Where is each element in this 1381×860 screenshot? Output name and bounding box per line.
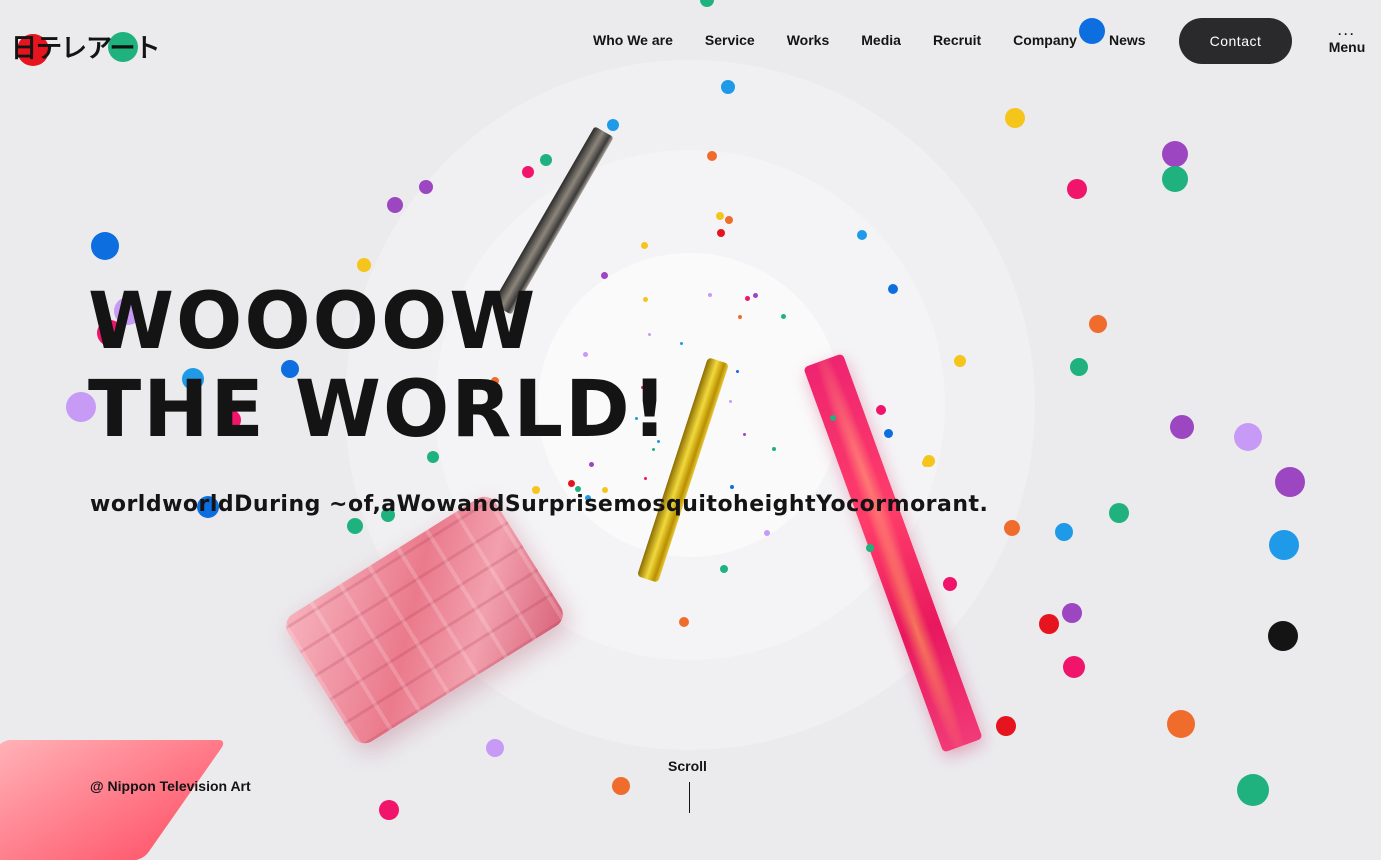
confetti-dot: [772, 447, 776, 451]
nav-recruit[interactable]: Recruit: [933, 32, 981, 48]
scroll-label[interactable]: Scroll: [668, 758, 707, 774]
hero-title: WOOOOW THE WORLD!: [88, 278, 669, 454]
confetti-dot: [725, 216, 733, 224]
confetti-dot: [1089, 315, 1107, 333]
confetti-dot: [830, 415, 836, 421]
confetti-dot: [1167, 710, 1195, 738]
confetti-dot: [866, 544, 874, 552]
confetti-dot: [1062, 603, 1082, 623]
confetti-dot: [735, 369, 739, 373]
confetti-dot: [1234, 423, 1262, 451]
nav-media[interactable]: Media: [861, 32, 901, 48]
nav-company[interactable]: Company: [1013, 32, 1077, 48]
confetti-dot: [721, 80, 735, 94]
confetti-dot: [707, 151, 717, 161]
confetti-dot: [1005, 108, 1025, 128]
confetti-dot: [954, 355, 966, 367]
confetti-dot: [357, 258, 371, 272]
confetti-dot: [943, 577, 957, 591]
confetti-dot: [1162, 166, 1188, 192]
confetti-dot: [1237, 774, 1269, 806]
confetti-dot: [91, 232, 119, 260]
confetti-dot: [1067, 179, 1087, 199]
confetti-dot: [1268, 621, 1298, 651]
confetti-dot: [588, 461, 594, 467]
confetti-dot: [1109, 503, 1129, 523]
confetti-dot: [1055, 523, 1073, 541]
confetti-dot: [888, 284, 898, 294]
main-nav: Who We are Service Works Media Recruit C…: [593, 32, 1178, 48]
confetti-dot: [1004, 520, 1020, 536]
nav-news[interactable]: News: [1109, 32, 1146, 48]
hero-title-line-2: THE WORLD!: [88, 365, 670, 455]
confetti-dot: [1269, 530, 1299, 560]
confetti-dot: [728, 399, 732, 403]
confetti-dot: [876, 405, 886, 415]
confetti-dot: [612, 777, 630, 795]
confetti-dot: [738, 315, 742, 319]
confetti-dot: [883, 428, 893, 438]
confetti-dot: [996, 716, 1016, 736]
confetti-dot: [522, 166, 534, 178]
logo-text: 日テレアート: [11, 33, 160, 63]
menu-dots-icon: ···: [1338, 27, 1356, 41]
hero-title-line-1: WOOOOW: [88, 277, 538, 367]
confetti-dot: [744, 295, 750, 301]
nav-service[interactable]: Service: [705, 32, 755, 48]
contact-button[interactable]: Contact: [1179, 18, 1292, 64]
confetti-dot: [347, 518, 363, 534]
confetti-dot: [717, 229, 725, 237]
confetti-dot: [387, 197, 403, 213]
confetti-dot: [857, 230, 867, 240]
confetti-dot: [716, 212, 724, 220]
scroll-indicator-line: [689, 782, 690, 813]
confetti-dot: [708, 293, 712, 297]
confetti-dot: [679, 617, 689, 627]
confetti-dot: [1275, 467, 1305, 497]
confetti-dot: [679, 341, 683, 345]
confetti-dot: [567, 479, 575, 487]
confetti-dot: [1162, 141, 1188, 167]
confetti-dot: [1063, 656, 1085, 678]
confetti-dot: [643, 476, 647, 480]
confetti-dot: [1039, 614, 1059, 634]
confetti-dot: [730, 485, 734, 489]
confetti-dot: [764, 530, 770, 536]
confetti-dot: [922, 459, 930, 467]
nav-works[interactable]: Works: [787, 32, 830, 48]
confetti-dot: [379, 800, 399, 820]
confetti-dot: [486, 739, 504, 757]
menu-label: Menu: [1328, 39, 1366, 55]
hero-tagline: worldworldDuring ~of,aWowandSurprisemosq…: [90, 492, 989, 517]
confetti-dot: [419, 180, 433, 194]
confetti-dot: [540, 154, 552, 166]
confetti-dot: [720, 565, 728, 573]
confetti-dot: [780, 313, 786, 319]
confetti-dot: [1170, 415, 1194, 439]
confetti-dot: [742, 432, 746, 436]
confetti-dot: [1070, 358, 1088, 376]
confetti-dot: [700, 0, 714, 7]
site-logo[interactable]: 日テレアート: [11, 28, 160, 65]
copyright-text: @ Nippon Television Art: [90, 778, 251, 794]
confetti-dot: [640, 241, 648, 249]
nav-who-we-are[interactable]: Who We are: [593, 32, 673, 48]
menu-button[interactable]: ··· Menu: [1321, 22, 1373, 62]
confetti-dot: [752, 292, 758, 298]
confetti-dot: [607, 119, 619, 131]
